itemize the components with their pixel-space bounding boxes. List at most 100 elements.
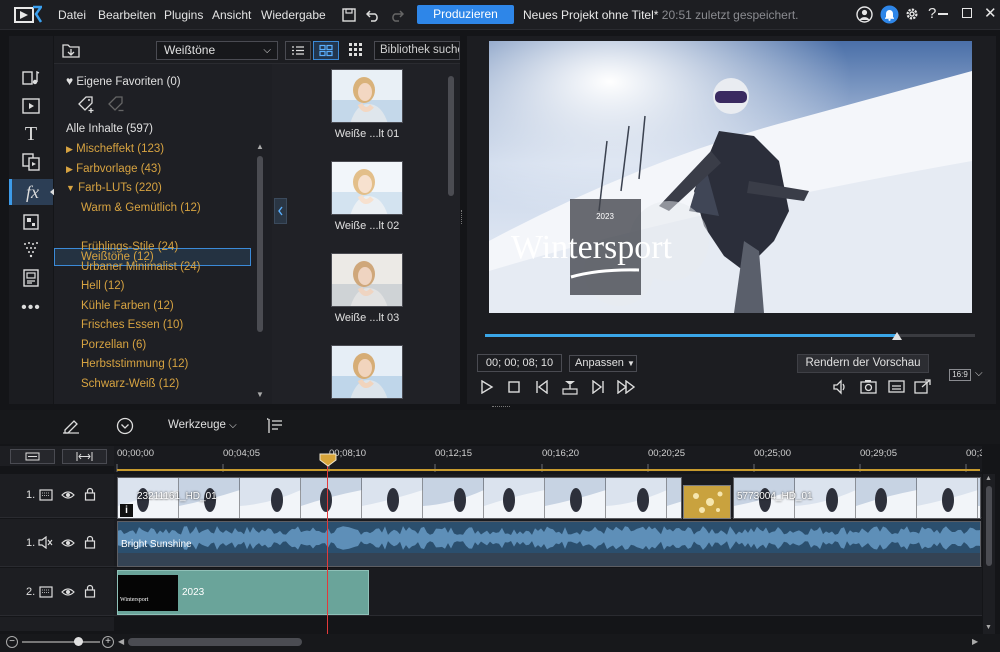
library-search-input[interactable]: Bibliothek suchen	[374, 41, 460, 60]
menu-datei[interactable]: Datei	[58, 8, 86, 22]
tree-sub-item[interactable]: Hell (12)	[81, 277, 124, 295]
video-track-icon[interactable]	[39, 489, 53, 501]
video-room-icon[interactable]	[9, 92, 53, 120]
media-room-icon[interactable]	[9, 64, 53, 92]
title-room-icon[interactable]: T	[9, 120, 53, 148]
maximize-icon[interactable]	[962, 8, 972, 18]
tree-sub-item[interactable]: Warm & Gemütlich (12)	[81, 199, 201, 217]
redo-icon[interactable]	[390, 8, 404, 22]
overlay-room-icon[interactable]	[9, 208, 53, 236]
favorites-item[interactable]: ♥ Eigene Favoriten (0)	[66, 72, 181, 90]
split-icon[interactable]	[562, 379, 578, 395]
category-filter-select[interactable]: Weißtöne ⌵	[156, 41, 278, 60]
timecode-display[interactable]: 00; 00; 08; 10	[477, 354, 562, 372]
next-frame-icon[interactable]	[591, 380, 605, 394]
transition-clip[interactable]	[683, 485, 731, 519]
tree-category-mischeffekt[interactable]: ▶ Mischeffekt (123)	[66, 140, 164, 158]
track-manager-button[interactable]	[10, 449, 55, 464]
snapshot-camera-icon[interactable]	[860, 379, 877, 394]
title-clip[interactable]: Wintersport 2023	[117, 570, 369, 615]
scroll-down-icon[interactable]: ▼	[985, 624, 992, 631]
tree-sub-item[interactable]: Herbststimmung (12)	[81, 355, 188, 373]
scroll-left-icon[interactable]: ◀	[118, 637, 124, 646]
video-clip-2[interactable]: 5773004_HD_01	[733, 477, 981, 519]
visibility-eye-icon[interactable]	[61, 586, 75, 598]
chapter-markers-icon[interactable]	[266, 417, 284, 435]
audio-track-speaker-icon[interactable]	[38, 536, 54, 549]
menu-plugins[interactable]: Plugins	[164, 8, 203, 22]
scroll-down-icon[interactable]: ▼	[256, 390, 264, 399]
visibility-eye-icon[interactable]	[61, 537, 75, 549]
produce-button[interactable]: Produzieren	[417, 5, 514, 24]
add-tag-icon[interactable]	[76, 94, 96, 114]
previous-frame-icon[interactable]	[535, 380, 549, 394]
scroll-right-icon[interactable]: ▶	[972, 637, 978, 646]
track-lock-icon[interactable]	[84, 584, 96, 598]
playhead-handle[interactable]	[891, 332, 902, 340]
play-icon[interactable]	[480, 380, 494, 394]
lut-thumbnail[interactable]	[331, 161, 403, 215]
zoom-slider-handle[interactable]	[74, 637, 83, 646]
grid-scrollbar-thumb[interactable]	[448, 76, 454, 196]
panel-splitter[interactable]	[461, 210, 463, 224]
small-grid-icon[interactable]	[349, 43, 363, 57]
fit-timeline-button[interactable]	[62, 449, 107, 464]
app-logo-icon[interactable]	[14, 5, 42, 25]
edit-pencil-icon[interactable]	[61, 418, 81, 434]
subtitle-icon[interactable]	[888, 380, 905, 393]
menu-bearbeiten[interactable]: Bearbeiten	[98, 8, 156, 22]
remove-tag-icon[interactable]	[106, 94, 126, 114]
tree-sub-item[interactable]: Porzellan (6)	[81, 336, 146, 354]
tree-scrollbar-thumb[interactable]	[257, 156, 263, 332]
minimize-icon[interactable]	[938, 13, 948, 15]
transition-room-icon[interactable]	[9, 148, 53, 176]
account-icon[interactable]	[856, 6, 873, 23]
video-track-icon[interactable]	[39, 586, 53, 598]
zoom-slider-track[interactable]	[22, 641, 100, 643]
video-preview[interactable]: 2023 Wintersport	[489, 41, 972, 313]
undo-icon[interactable]	[366, 8, 380, 22]
close-icon[interactable]: ✕	[984, 4, 997, 22]
collapse-panel-button[interactable]	[274, 198, 287, 224]
zoom-in-icon[interactable]: +	[102, 636, 114, 648]
visibility-eye-icon[interactable]	[61, 489, 75, 501]
scroll-up-icon[interactable]: ▲	[256, 142, 264, 151]
lut-thumbnail[interactable]	[331, 69, 403, 123]
menu-ansicht[interactable]: Ansicht	[212, 8, 251, 22]
track-lock-icon[interactable]	[84, 535, 96, 549]
tools-menu[interactable]: Werkzeuge ⌵	[168, 419, 237, 431]
track-lock-icon[interactable]	[84, 487, 96, 501]
scroll-up-icon[interactable]: ▲	[985, 475, 992, 482]
notification-bell-icon[interactable]	[880, 5, 899, 24]
fit-select[interactable]: Anpassen ▼	[569, 355, 637, 372]
save-icon[interactable]	[342, 8, 356, 22]
effects-room-icon[interactable]: fx	[9, 179, 56, 205]
more-rooms-icon[interactable]: •••	[9, 294, 53, 322]
render-preview-button[interactable]: Rendern der Vorschau	[797, 354, 929, 373]
list-view-button[interactable]	[285, 41, 311, 60]
particle-room-icon[interactable]	[9, 236, 53, 264]
aspect-dropdown-icon[interactable]: ⌵	[975, 368, 983, 379]
tree-category-farb-luts[interactable]: ▼ Farb-LUTs (220)	[66, 179, 162, 197]
all-content-item[interactable]: Alle Inhalte (597)	[66, 120, 153, 138]
volume-icon[interactable]	[832, 379, 848, 395]
zoom-out-icon[interactable]: −	[6, 636, 18, 648]
tree-sub-item[interactable]: Frühlings-Stile (24)	[81, 238, 178, 256]
timeline-playhead-handle[interactable]	[319, 453, 337, 467]
stop-icon[interactable]	[508, 381, 520, 393]
tree-sub-item[interactable]: Frisches Essen (10)	[81, 316, 183, 334]
help-icon[interactable]: ?	[928, 5, 936, 22]
lut-thumbnail[interactable]	[331, 345, 403, 399]
lut-thumbnail[interactable]	[331, 253, 403, 307]
horizontal-scroll-thumb[interactable]	[128, 638, 302, 646]
import-icon[interactable]	[62, 42, 80, 58]
aspect-ratio-badge[interactable]: 16:9	[949, 369, 971, 381]
time-ruler[interactable]: 00;00;00 00;04;05 00;08;10 00;12;15 00;1…	[114, 446, 982, 472]
panel-splitter-horizontal[interactable]	[492, 406, 510, 408]
grid-view-button[interactable]	[313, 41, 339, 60]
vertical-scroll-thumb[interactable]	[986, 486, 992, 566]
video-clip-1[interactable]: 23211161_HD_01 i	[117, 477, 682, 519]
tree-sub-item[interactable]: Schwarz-Weiß (12)	[81, 375, 179, 393]
fast-forward-icon[interactable]	[617, 380, 635, 394]
settings-gear-icon[interactable]	[904, 6, 920, 22]
